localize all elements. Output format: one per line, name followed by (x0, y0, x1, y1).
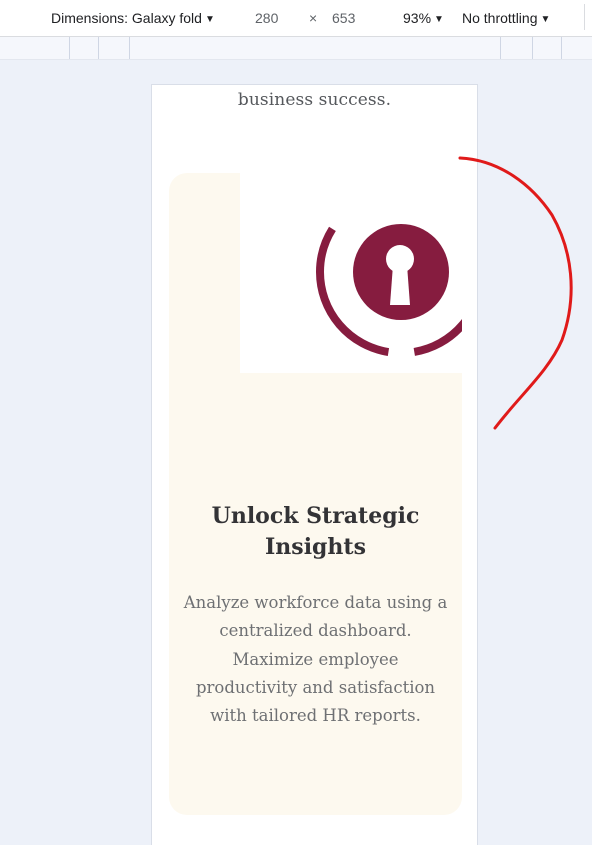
media-query-ruler (0, 37, 592, 60)
caret-down-icon: ▼ (434, 14, 444, 25)
card-title: Unlock Strategic Insights (211, 503, 420, 560)
ruler-tick[interactable] (532, 37, 533, 59)
card-description: Analyze workforce data using a centraliz… (183, 593, 448, 726)
caret-down-icon: ▼ (540, 14, 551, 25)
keyhole-lock-icon (316, 187, 462, 357)
dimensions-dropdown[interactable]: Dimensions: Galaxy fold ▼ (51, 10, 215, 26)
dimensions-label: Dimensions: Galaxy fold (51, 10, 202, 26)
ruler-tick[interactable] (500, 37, 501, 59)
width-input[interactable]: 280 (255, 10, 278, 26)
toolbar-divider (584, 4, 585, 30)
throttling-dropdown[interactable]: No throttling ▼ (462, 10, 550, 26)
zoom-label: 93% (403, 10, 432, 26)
height-input[interactable]: 653 (332, 10, 355, 26)
caret-down-icon: ▼ (204, 14, 215, 25)
ruler-tick[interactable] (129, 37, 130, 59)
device-viewport: business success. Unlock Strategic Insig… (152, 85, 477, 845)
ruler-tick[interactable] (561, 37, 562, 59)
feature-image (240, 173, 462, 373)
devtools-device-toolbar: Dimensions: Galaxy fold ▼ 280 × 653 93% ▼ … (0, 0, 592, 37)
ruler-tick[interactable] (98, 37, 99, 59)
feature-card: Unlock Strategic Insights Analyze workfo… (169, 173, 462, 815)
intro-text-tail: business success. (237, 90, 392, 110)
times-separator: × (309, 10, 318, 26)
ruler-tick[interactable] (69, 37, 70, 59)
zoom-dropdown[interactable]: 93% ▼ (403, 10, 444, 26)
throttling-label: No throttling (462, 10, 538, 26)
